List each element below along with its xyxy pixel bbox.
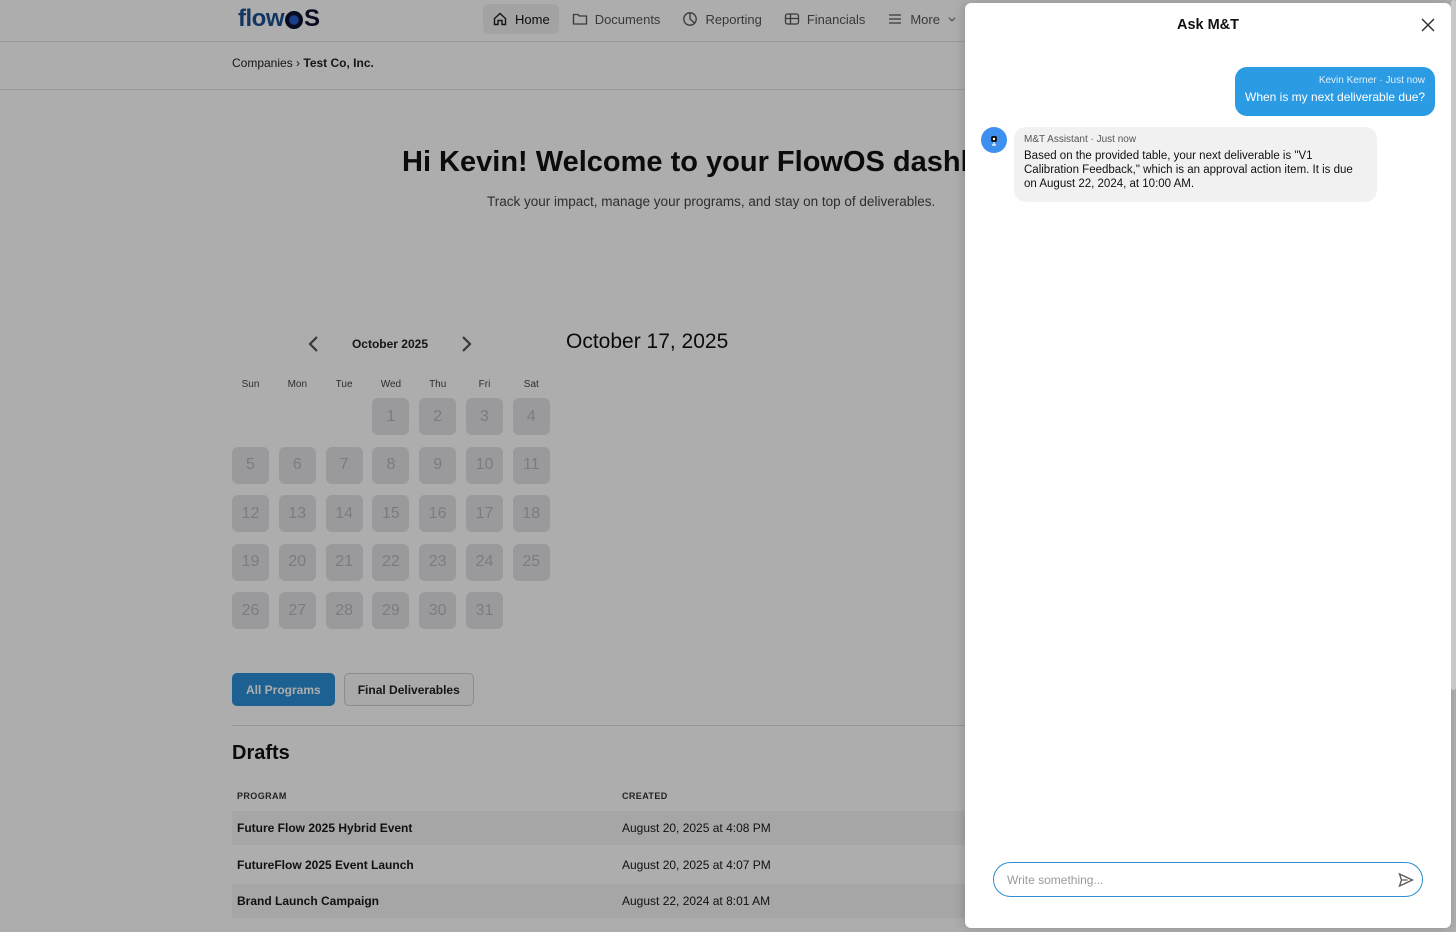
chat-panel-title: Ask M&T [1176,17,1240,33]
chat-input-box [993,862,1423,897]
chat-input[interactable] [1007,871,1387,889]
ask-mt-chat-panel: Ask M&T Kevin Kerner · Just now When is … [965,3,1451,928]
user-message-text: When is my next deliverable due? [1245,90,1426,104]
user-message-bubble: Kevin Kerner · Just now When is my next … [1235,67,1435,116]
assistant-message-text: Based on the provided table, your next d… [1024,150,1353,190]
assistant-message-bubble: M&T Assistant · Just now Based on the pr… [1014,127,1377,202]
close-icon[interactable] [1420,17,1436,33]
assistant-message-meta: M&T Assistant · Just now [1024,134,1137,145]
scrollbar[interactable] [1451,0,1456,690]
user-message-meta: Kevin Kerner · Just now [1318,75,1425,86]
robot-icon [991,136,997,146]
send-icon[interactable] [1398,872,1414,888]
assistant-avatar [981,127,1007,153]
